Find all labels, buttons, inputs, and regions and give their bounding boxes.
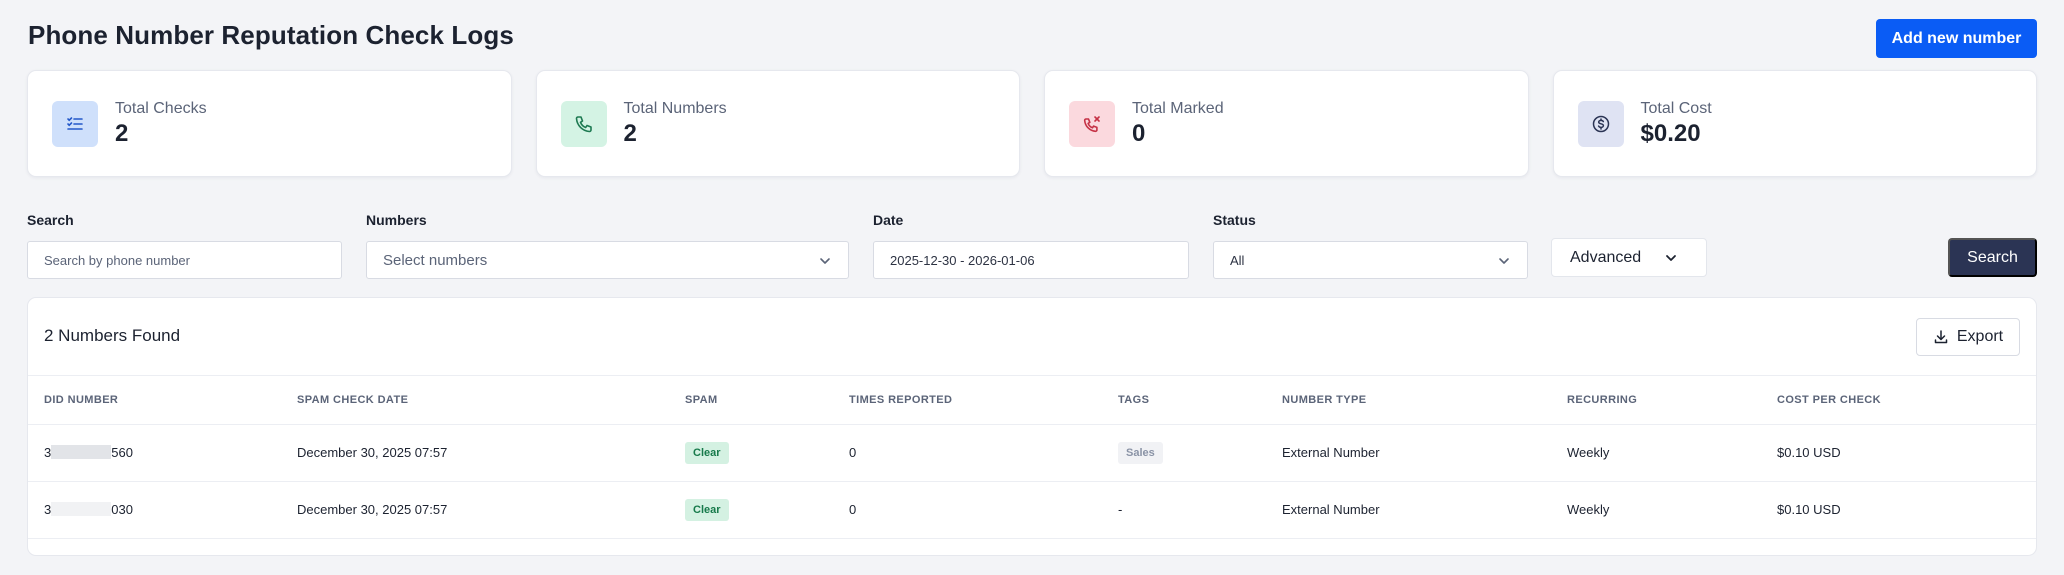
stat-value: $0.20 [1640,119,1701,147]
stat-card-total-checks: Total Checks 2 [27,70,512,177]
status-label: Status [1213,212,1256,228]
date-filter: Date 2025-12-30 - 2026-01-06 [873,212,1189,279]
column-header[interactable]: RECURRING [1551,376,1761,425]
redacted-mask [51,502,112,516]
cost-per-check-cell: $0.10 USD [1761,481,2036,539]
status-filter: Status All [1213,212,1528,279]
table-row[interactable]: 3 030 December 30, 2025 07:57 Clear 0 - E… [28,481,2036,539]
export-label: Export [1956,328,2004,345]
advanced-label: Advanced [1570,248,1642,266]
did-suffix: 030 [111,502,133,517]
search-label: Search [27,212,74,228]
did-prefix: 3 [44,502,52,517]
results-count-title: 2 Numbers Found [44,326,181,345]
date-range-input[interactable]: 2025-12-30 - 2026-01-06 [873,241,1189,279]
date-label: Date [873,212,904,228]
status-value: All [1230,252,1245,268]
number-type-cell: External Number [1266,424,1551,482]
did-suffix: 560 [111,445,133,460]
status-badge: Clear [685,498,729,521]
status-badge: Clear [685,441,729,464]
stats-row: Total Checks 2 Total Numbers 2 Total Mar… [27,70,2037,177]
numbers-placeholder: Select numbers [383,251,488,269]
chevron-down-icon [1666,255,1676,261]
column-header[interactable]: DID NUMBER [28,376,281,425]
column-header[interactable]: SPAM [669,376,833,425]
table-row[interactable]: 3 560 December 30, 2025 07:57 Clear 0 Sal… [28,424,2036,482]
filters-bar: Search Search by phone number Numbers Se… [27,212,2037,279]
did-prefix: 3 [44,445,52,460]
did-number-cell: 3 030 [28,481,281,539]
stat-value: 2 [115,119,129,147]
results-header: 2 Numbers Found Export [28,298,2036,376]
spam-cell: Clear [669,481,833,539]
number-type-cell: External Number [1266,481,1551,539]
add-new-number-button[interactable]: Add new number [1876,19,2037,58]
column-header[interactable]: SPAM CHECK DATE [281,376,669,425]
results-panel: 2 Numbers Found Export DID NUMBER SPAM C… [27,297,2037,556]
spam-check-date-cell: December 30, 2025 07:57 [281,481,669,539]
stat-card-total-marked: Total Marked 0 [1044,70,1529,177]
search-placeholder: Search by phone number [44,252,190,268]
stat-value: 0 [1132,119,1146,147]
tags-cell: Sales [1102,424,1266,482]
times-reported-cell: 0 [833,424,1102,482]
numbers-filter: Numbers Select numbers [366,212,849,279]
cost-per-check-cell: $0.10 USD [1761,424,2036,482]
advanced-filters-button[interactable]: Advanced [1551,238,1707,277]
search-input[interactable]: Search by phone number [27,241,342,279]
recurring-cell: Weekly [1551,424,1761,482]
tag-badge: Sales [1118,441,1163,464]
numbers-select[interactable]: Select numbers [366,241,849,279]
checklist-icon [52,100,98,147]
numbers-label: Numbers [366,212,427,228]
stat-card-total-cost: Total Cost $0.20 [1552,70,2037,177]
stat-value: 2 [623,119,637,147]
column-header[interactable]: COST PER CHECK [1761,376,2036,425]
chevron-down-icon [1499,258,1509,264]
spam-cell: Clear [669,424,833,482]
chevron-down-icon [820,258,830,264]
tags-cell: - [1102,481,1266,539]
page-title: Phone Number Reputation Check Logs [28,20,514,50]
column-header[interactable]: TAGS [1102,376,1266,425]
stat-label: Total Numbers [623,99,727,117]
results-table: DID NUMBER SPAM CHECK DATE SPAM TIMES RE… [28,376,2036,539]
phone-icon [560,100,607,147]
download-icon [1934,330,1948,344]
stat-label: Total Cost [1640,99,1712,117]
did-number-cell: 3 560 [28,424,281,482]
redacted-mask [51,445,112,459]
phone-x-icon [1069,100,1115,147]
stat-label: Total Marked [1132,99,1224,117]
search-filter: Search Search by phone number [27,212,342,279]
export-button[interactable]: Export [1916,318,2020,356]
dollar-icon [1577,100,1624,147]
column-header[interactable]: NUMBER TYPE [1266,376,1551,425]
spam-check-date-cell: December 30, 2025 07:57 [281,424,669,482]
search-button[interactable]: Search [1948,238,2037,277]
stat-card-total-numbers: Total Numbers 2 [535,70,1020,177]
recurring-cell: Weekly [1551,481,1761,539]
table-header-row: DID NUMBER SPAM CHECK DATE SPAM TIMES RE… [28,376,2036,425]
status-select[interactable]: All [1213,241,1528,279]
stat-label: Total Checks [115,99,207,117]
column-header[interactable]: TIMES REPORTED [833,376,1102,425]
times-reported-cell: 0 [833,481,1102,539]
